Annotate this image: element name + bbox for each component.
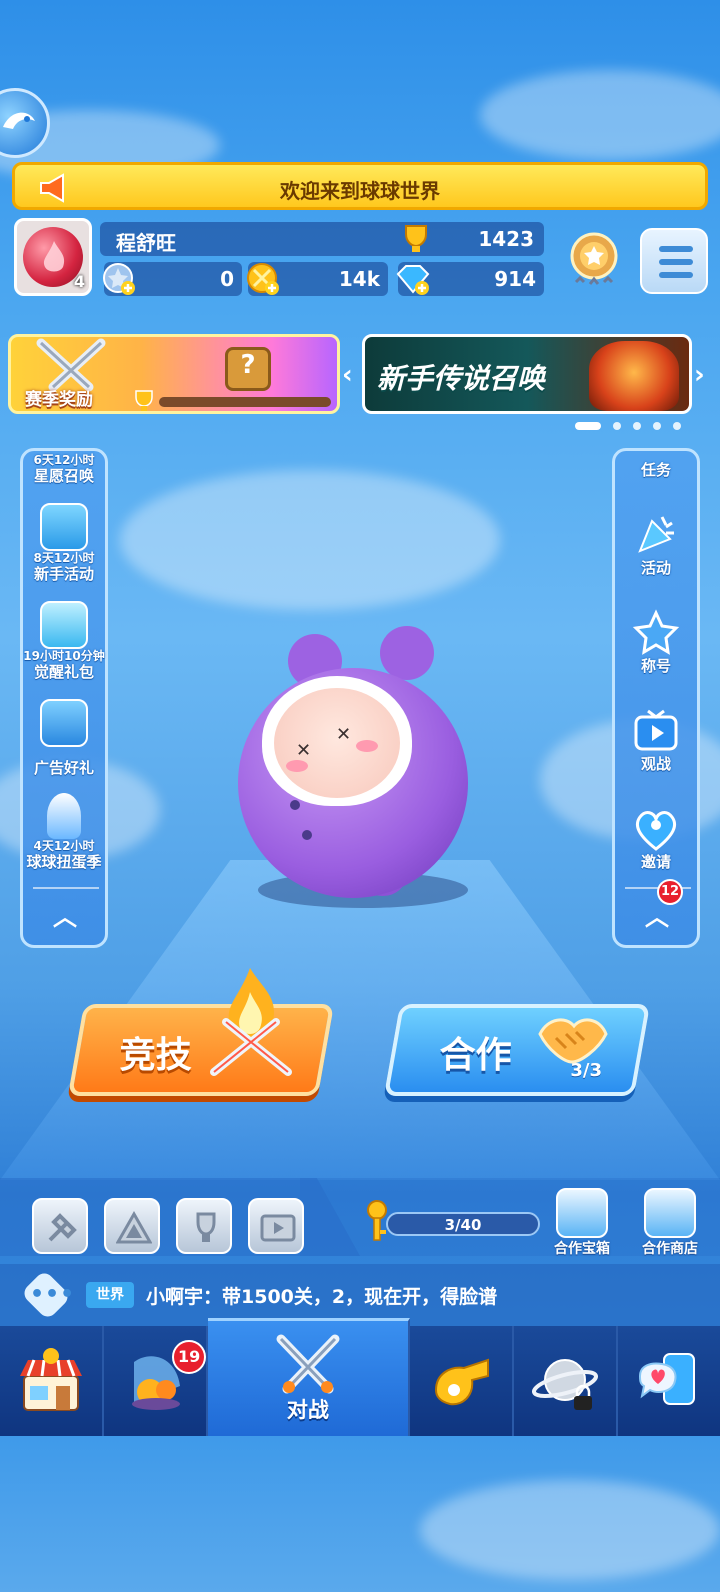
chat-channel-tag: 世界 xyxy=(86,1282,134,1308)
gems-resource[interactable]: 914 xyxy=(396,262,544,296)
season-reward-banner[interactable]: ? 赛季奖励 xyxy=(8,334,340,414)
trophy-wings-icon xyxy=(196,1212,216,1242)
crystal-chest-icon xyxy=(40,601,88,649)
right-item-title[interactable]: 称号 xyxy=(615,609,697,675)
small-trophy-icon xyxy=(135,390,153,411)
coin-plus-icon xyxy=(247,263,279,295)
menu-icon xyxy=(659,246,693,252)
star-laurel-icon xyxy=(632,609,680,655)
player-name: 程舒旺 xyxy=(116,231,176,255)
chat-dots: ••• xyxy=(30,1282,76,1307)
social-chat-icon xyxy=(638,1353,695,1405)
key-progress-text: 3/40 xyxy=(444,1216,482,1234)
hammer-icon xyxy=(48,1213,77,1242)
left-item-wish-summon[interactable]: 6天12小时 星愿召唤 xyxy=(23,453,105,485)
collection-badge: 19 xyxy=(172,1340,207,1374)
crossed-swords-icon xyxy=(276,1334,340,1394)
video-gift-icon xyxy=(40,699,88,747)
nav-shop[interactable] xyxy=(0,1326,105,1436)
coop-mode-button[interactable]: 合作 3/3 xyxy=(383,1004,651,1096)
chat-message: 小啊宇：带1500关，2，现在开，得脸谱 xyxy=(146,1286,498,1308)
whistle-icon xyxy=(434,1358,489,1406)
player-level: 4 xyxy=(73,272,85,291)
left-item-ad-gift[interactable]: 广告好礼 xyxy=(23,699,105,777)
banner-pagination xyxy=(575,422,681,430)
notice-banner[interactable]: 欢迎来到球球世界 xyxy=(12,162,708,210)
season-reward-label: 赛季奖励 xyxy=(25,390,93,410)
right-function-panel: 任务 活动 称号 观战 邀请 12 ︿ xyxy=(612,448,700,948)
upgrade-button[interactable] xyxy=(32,1198,88,1254)
nav-collection[interactable]: 19 xyxy=(104,1326,209,1436)
handshake-icon xyxy=(538,1018,608,1064)
stars-count: 0 xyxy=(220,267,234,291)
right-item-invite[interactable]: 邀请 xyxy=(615,805,697,871)
replay-button[interactable] xyxy=(248,1198,304,1254)
tv-icon xyxy=(634,709,678,751)
right-item-spectate[interactable]: 观战 xyxy=(615,707,697,773)
right-panel-collapse-icon[interactable]: ︿ xyxy=(645,897,669,932)
shop-handshake-icon xyxy=(644,1188,696,1238)
mystery-box: ? xyxy=(225,347,271,391)
party-popper-icon xyxy=(638,516,674,553)
planet-icon xyxy=(531,1359,598,1410)
menu-button[interactable] xyxy=(640,228,708,294)
left-item-gacha-season[interactable]: 4天12小时 球球扭蛋季 xyxy=(23,793,105,871)
heart-person-icon xyxy=(635,811,677,851)
coop-label: 合作 xyxy=(439,1035,512,1076)
banner-prev-icon[interactable]: ‹ xyxy=(342,360,353,390)
banner-next-icon[interactable]: › xyxy=(694,360,705,390)
joystick-icon xyxy=(47,793,81,839)
gems-count: 914 xyxy=(494,267,536,291)
nav-whistle[interactable] xyxy=(409,1326,514,1436)
right-item-tasks[interactable]: 任务 xyxy=(615,461,697,479)
nav-social[interactable] xyxy=(617,1326,720,1436)
trophy-icon xyxy=(405,225,427,252)
coins-resource[interactable]: 14k xyxy=(247,262,388,296)
summon-label: 新手传说召唤 xyxy=(377,362,546,395)
film-icon xyxy=(260,1214,296,1242)
treasure-chest-icon xyxy=(556,1188,608,1238)
rank-mode-button[interactable] xyxy=(104,1198,160,1254)
flaming-swords-icon xyxy=(210,968,292,1076)
diamond-plus-icon xyxy=(396,265,430,295)
star-plus-icon xyxy=(103,263,135,295)
nav-planet[interactable] xyxy=(513,1326,618,1436)
shop-icon xyxy=(20,1348,83,1411)
season-progress-bar xyxy=(159,397,331,407)
rank-medal-icon[interactable] xyxy=(562,228,626,292)
stars-resource[interactable]: 0 xyxy=(103,262,242,296)
page-dot-active xyxy=(575,422,601,430)
triangle-emblem-icon xyxy=(116,1210,152,1244)
name-bar[interactable]: 程舒旺 1423 xyxy=(100,222,544,256)
summon-banner[interactable]: 新手传说召唤 xyxy=(362,334,692,414)
nav-battle[interactable]: 对战 xyxy=(208,1318,410,1436)
leaderboard-button[interactable] xyxy=(176,1198,232,1254)
coop-chest-button[interactable]: 合作宝箱 xyxy=(542,1188,622,1258)
left-item-newbie-event[interactable]: 8天12小时 新手活动 xyxy=(23,503,105,583)
coins-count: 14k xyxy=(338,267,380,291)
avatar[interactable]: 4 xyxy=(14,218,92,296)
gift-box-icon xyxy=(40,503,88,551)
flame-icon xyxy=(43,241,65,272)
left-event-panel: 6天12小时 星愿召唤 8天12小时 新手活动 19小时10分钟 觉醒礼包 广告… xyxy=(20,448,108,948)
trophy-count: 1423 xyxy=(478,227,534,251)
left-item-awaken-pack[interactable]: 19小时10分钟 觉醒礼包 xyxy=(23,601,105,681)
key-progress-bar: 3/40 xyxy=(386,1212,540,1236)
world-chat-bar[interactable]: ••• 世界 小啊宇：带1500关，2，现在开，得脸谱 xyxy=(0,1264,720,1326)
dragon-image xyxy=(589,341,679,411)
notice-text: 欢迎来到球球世界 xyxy=(280,179,440,203)
nav-battle-label: 对战 xyxy=(286,1398,329,1422)
compete-label: 竞技 xyxy=(119,1035,192,1076)
left-panel-collapse-icon[interactable]: ︿ xyxy=(53,897,77,932)
right-item-activity[interactable]: 活动 xyxy=(615,511,697,577)
coop-shop-button[interactable]: 合作商店 xyxy=(630,1188,710,1258)
bottom-nav: 19 对战 xyxy=(0,1318,720,1436)
